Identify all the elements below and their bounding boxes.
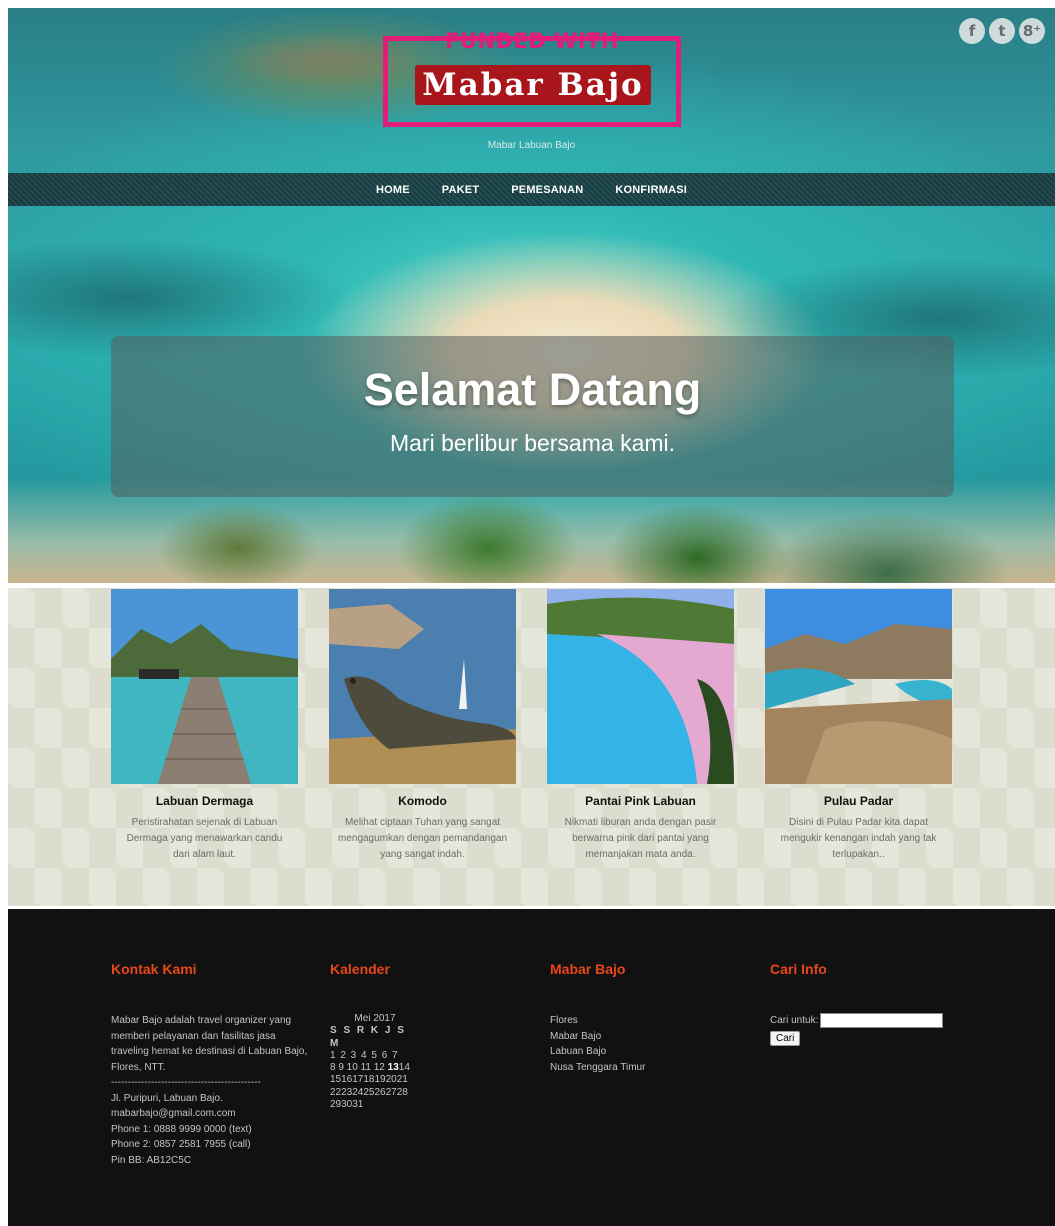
calendar-week-2: 8 9 10 11 12 1314	[330, 1062, 420, 1074]
calendar-month: Mei 2017	[354, 1013, 396, 1024]
labuan-dermaga-photo	[111, 589, 298, 784]
logo-funded-text: FUNDED WITH	[445, 29, 619, 53]
nav-pemesanan[interactable]: PEMESANAN	[511, 184, 583, 196]
nav-konfirmasi[interactable]: KONFIRMASI	[615, 184, 687, 196]
destination-desc: Peristirahatan sejenak di Labuan Dermaga…	[126, 817, 283, 860]
search-row: Cari untuk:	[770, 1013, 970, 1028]
welcome-title: Selamat Datang	[363, 364, 702, 415]
destination-desc: Disini di Pulau Padar kita dapat menguki…	[780, 817, 937, 860]
nav-paket[interactable]: PAKET	[442, 184, 479, 196]
contact-phone-1: Phone 1: 0888 9999 0000 (text)	[111, 1123, 252, 1135]
search-heading: Cari Info	[770, 961, 827, 977]
contact-column: Kontak Kami Mabar Bajo adalah travel org…	[111, 961, 311, 1168]
welcome-panel: Selamat Datang Mari berlibur bersama kam…	[111, 336, 954, 497]
footer-link-ntt[interactable]: Nusa Tenggara Timur	[550, 1060, 750, 1076]
logo-brand-text: Mabar Bajo	[415, 65, 651, 105]
search-input[interactable]	[820, 1013, 944, 1028]
contact-pin: Pin BB: AB12C5C	[111, 1154, 192, 1166]
links-column: Mabar Bajo Flores Mabar Bajo Labuan Bajo…	[550, 961, 750, 1075]
pantai-pink-photo	[547, 589, 734, 784]
destination-title: Komodo	[398, 794, 447, 808]
calendar-week-2-start: 8 9 10 11 12	[330, 1062, 388, 1074]
komodo-photo	[329, 589, 516, 784]
logo-funded-text-wrap: FUNDED WITH	[388, 29, 676, 53]
calendar-week-5: 293031	[330, 1099, 364, 1111]
footer-link-mabar-bajo[interactable]: Mabar Bajo	[550, 1029, 750, 1045]
links-heading: Mabar Bajo	[550, 961, 626, 977]
calendar-weekdays: S S R K J S M	[330, 1025, 406, 1049]
footer-links-list: Flores Mabar Bajo Labuan Bajo Nusa Tengg…	[550, 1013, 750, 1075]
destination-desc: Nikmati liburan anda dengan pasir berwar…	[564, 817, 717, 860]
search-label: Cari untuk:	[770, 1015, 819, 1026]
destination-desc: Melihat ciptaan Tuhan yang sangat mengag…	[337, 817, 508, 860]
google-plus-icon[interactable]: 8⁺	[1019, 18, 1045, 44]
calendar-today: 13	[387, 1062, 399, 1074]
footer-link-labuan-bajo[interactable]: Labuan Bajo	[550, 1044, 750, 1060]
destination-title: Pulau Padar	[823, 794, 894, 808]
contact-phone-2: Phone 2: 0857 2581 7955 (call)	[111, 1139, 251, 1150]
destination-card[interactable]: Pulau Padar Disini di Pulau Padar kita d…	[765, 589, 952, 863]
pulau-padar-photo	[765, 589, 952, 784]
destination-card[interactable]: Labuan Dermaga Peristirahatan sejenak di…	[111, 589, 298, 863]
contact-email[interactable]: mabarbajo@gmail.com.com	[111, 1106, 311, 1122]
site-tagline: Mabar Labuan Bajo	[487, 140, 576, 151]
search-button[interactable]: Cari	[770, 1031, 801, 1046]
footer-link-flores[interactable]: Flores	[550, 1013, 750, 1029]
welcome-subtitle: Mari berlibur bersama kami.	[389, 430, 676, 456]
contact-heading: Kontak Kami	[111, 961, 197, 977]
search-column: Cari Info Cari untuk: Cari	[770, 961, 970, 1046]
main-nav: HOME PAKET PEMESANAN KONFIRMASI	[8, 173, 1055, 206]
destination-title: Labuan Dermaga	[155, 794, 254, 808]
twitter-icon[interactable]: t	[989, 18, 1015, 44]
destination-card[interactable]: Pantai Pink Labuan Nikmati liburan anda …	[547, 589, 734, 863]
facebook-icon[interactable]: f	[959, 18, 985, 44]
calendar-column: Kalender Mei 2017 S S R K J S M 1 2 3 4 …	[330, 961, 530, 1111]
contact-address: Jl. Puripuri, Labuan Bajo.	[111, 1092, 223, 1104]
calendar-week-4: 22232425262728	[330, 1086, 408, 1098]
hero-banner: f t 8⁺ FUNDED WITH Mabar Bajo Mabar Labu…	[8, 8, 1055, 583]
calendar-week-3: 15161718192021	[330, 1074, 408, 1086]
nav-home[interactable]: HOME	[376, 184, 410, 196]
destination-title: Pantai Pink Labuan	[585, 794, 696, 808]
site-footer: Kontak Kami Mabar Bajo adalah travel org…	[8, 909, 1055, 1226]
contact-divider: ----------------------------------------…	[111, 1077, 261, 1088]
calendar-week-2-end: 14	[398, 1062, 410, 1074]
search-form: Cari untuk: Cari	[770, 1013, 970, 1046]
contact-about: Mabar Bajo adalah travel organizer yang …	[111, 1015, 308, 1073]
calendar-heading: Kalender	[330, 961, 390, 977]
destinations-section: Labuan Dermaga Peristirahatan sejenak di…	[8, 588, 1055, 906]
destination-card[interactable]: Komodo Melihat ciptaan Tuhan yang sangat…	[329, 589, 516, 863]
social-links: f t 8⁺	[959, 18, 1045, 44]
calendar-widget: Mei 2017 S S R K J S M 1 2 3 4 5 6 7 8 9…	[330, 1013, 420, 1111]
site-logo[interactable]: FUNDED WITH Mabar Bajo	[383, 29, 681, 127]
calendar-week-1: 1 2 3 4 5 6 7	[330, 1049, 399, 1061]
